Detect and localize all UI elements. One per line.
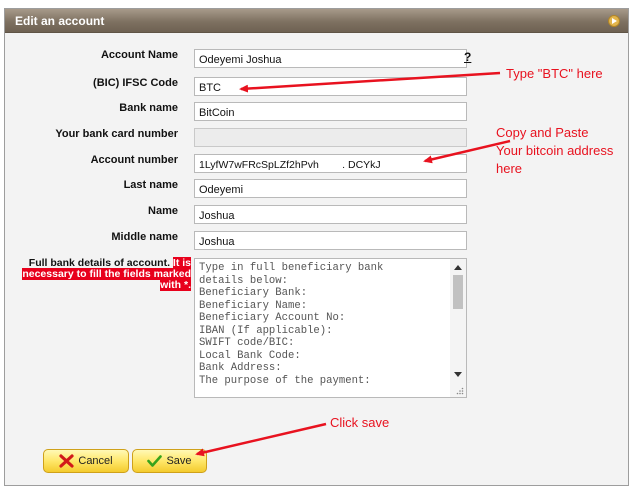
name-input[interactable] [194,205,467,224]
name-label: Name [148,205,178,217]
middle-name-input[interactable] [194,231,467,250]
cancel-label: Cancel [78,455,113,467]
save-button[interactable]: Save [132,449,207,473]
scroll-down-icon[interactable] [454,372,462,377]
bank-card-number-label: Your bank card number [55,128,178,140]
save-label: Save [166,455,192,467]
bank-card-number-input [194,128,467,147]
resize-grip-icon[interactable] [456,387,464,395]
bank-name-input[interactable] [194,102,467,121]
btc-annotation: Type "BTC" here [506,66,603,81]
account-number-input[interactable] [194,154,467,173]
account-name-label: Account Name [100,49,178,61]
middle-name-label: Middle name [111,231,178,243]
ifsc-code-input[interactable] [194,77,467,96]
scroll-up-icon[interactable] [454,265,462,270]
dialog-titlebar: Edit an account [5,9,628,33]
cancel-x-icon [59,454,74,468]
copy-paste-annotation-line3: here [496,161,523,176]
cancel-button[interactable]: Cancel [43,449,129,473]
dialog-title: Edit an account [15,14,105,28]
copy-paste-annotation-line1: Copy and Paste [496,125,589,140]
last-name-input[interactable] [194,179,467,198]
ifsc-code-label: (BIC) IFSC Code [93,77,178,89]
account-number-label: Account number [90,154,178,166]
bank-details-textarea[interactable]: Type in full beneficiary bank details be… [194,258,467,398]
full-bank-details-label: Full bank details of account. It is nece… [13,257,191,291]
copy-paste-annotation-line2: Your bitcoin address [496,143,614,158]
save-annotation: Click save [330,415,390,430]
bank-details-text: Type in full beneficiary bank details be… [199,262,384,387]
close-icon[interactable] [608,15,620,27]
checkmark-icon [147,455,163,467]
textarea-scrollbar[interactable] [450,259,466,397]
account-name-input[interactable] [194,49,467,68]
last-name-label: Last name [123,179,178,191]
bank-name-label: Bank name [119,102,178,114]
help-icon[interactable]: ? [464,50,471,64]
scroll-thumb[interactable] [453,275,463,309]
